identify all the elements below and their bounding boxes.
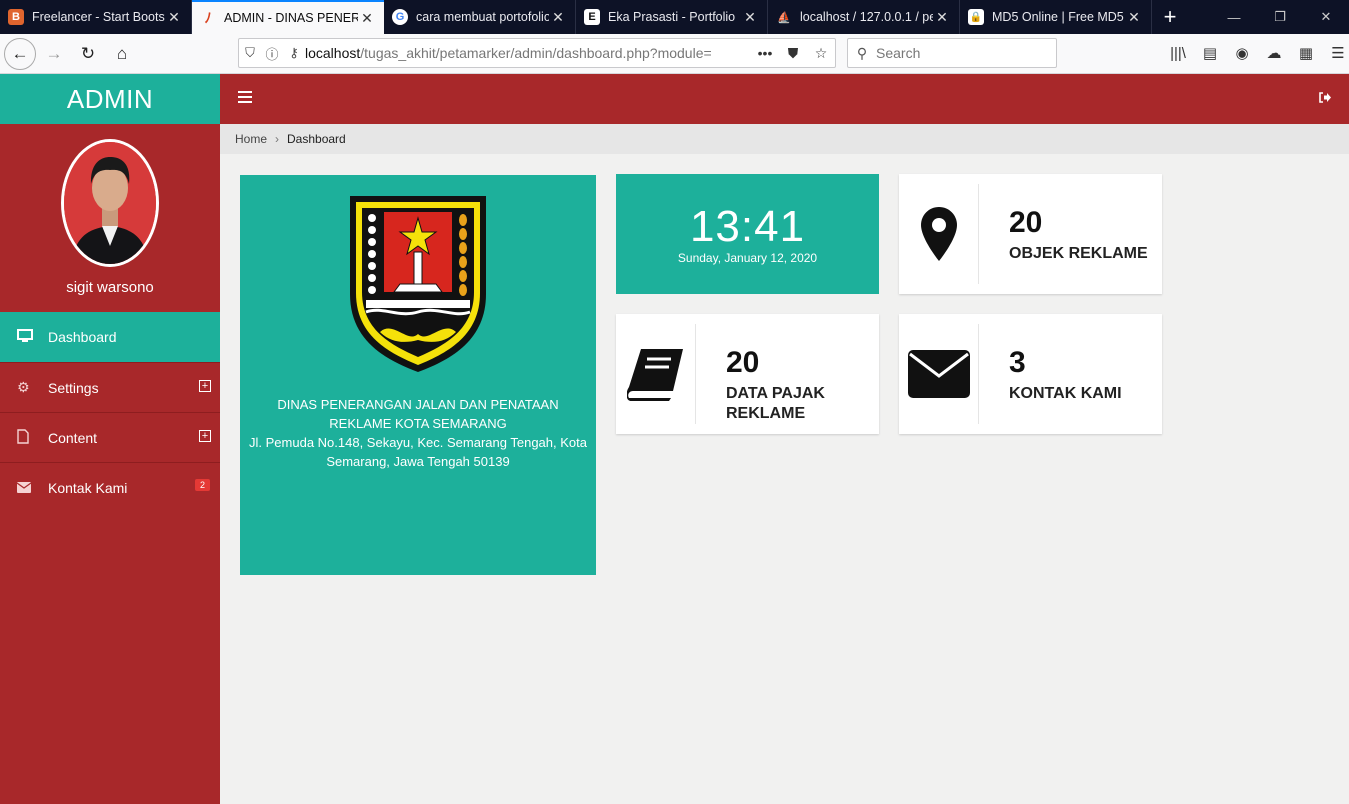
browser-tab[interactable]: B Freelancer - Start Bootstr ✕ bbox=[0, 0, 192, 34]
clock-date: Sunday, January 12, 2020 bbox=[677, 251, 818, 265]
sidebar-item-dashboard[interactable]: Dashboard bbox=[0, 312, 220, 362]
sidebar: ADMIN sigit warsono Dashboard ⚙ Settings… bbox=[0, 74, 220, 804]
notification-badge: 2 bbox=[194, 479, 210, 491]
hamburger-menu-icon[interactable] bbox=[238, 91, 252, 105]
browser-tab[interactable]: G cara membuat portofolio ✕ bbox=[384, 0, 576, 34]
google-icon: G bbox=[392, 9, 408, 25]
stat-label: DATA PAJAK REKLAME bbox=[726, 385, 825, 422]
browser-tab-active[interactable]: ﾉ ADMIN - DINAS PENERA ✕ bbox=[192, 0, 384, 34]
avatar-photo bbox=[64, 142, 156, 264]
minimize-icon[interactable]: — bbox=[1211, 0, 1257, 34]
logout-icon[interactable] bbox=[1319, 90, 1331, 106]
brand-title[interactable]: ADMIN bbox=[0, 74, 220, 124]
gears-icon: ⚙ bbox=[17, 379, 30, 395]
organization-address: Jl. Pemuda No.148, Sekayu, Kec. Semarang… bbox=[249, 435, 587, 469]
site-icon: ﾉ bbox=[204, 10, 212, 26]
close-icon[interactable]: ✕ bbox=[165, 9, 183, 26]
lock-icon: 🔒 bbox=[968, 9, 984, 25]
stat-card-data-pajak-reklame[interactable]: 20 DATA PAJAK REKLAME bbox=[616, 314, 879, 434]
bootstrap-icon: B bbox=[8, 9, 24, 25]
back-button[interactable]: ← bbox=[4, 37, 36, 70]
envelope-icon bbox=[899, 324, 979, 424]
toolbar-buttons: |||\ ▤ ◉ ☁ ▦ ☰ bbox=[1162, 38, 1349, 68]
window-controls: — ❐ ✕ bbox=[1211, 0, 1349, 34]
menu-icon[interactable]: ☰ bbox=[1322, 44, 1349, 62]
account-icon[interactable]: ◉ bbox=[1226, 44, 1258, 62]
organization-info: DINAS PENERANGAN JALAN DAN PENATAAN REKL… bbox=[245, 395, 591, 471]
organization-card: DINAS PENERANGAN JALAN DAN PENATAAN REKL… bbox=[240, 175, 596, 575]
breadcrumb-current: Dashboard bbox=[287, 132, 346, 146]
browser-tab[interactable]: ⛵ localhost / 127.0.0.1 / pet ✕ bbox=[768, 0, 960, 34]
monitor-icon bbox=[0, 328, 48, 346]
addons-icon[interactable]: ▦ bbox=[1290, 44, 1322, 62]
close-icon[interactable]: ✕ bbox=[358, 10, 376, 27]
search-input[interactable]: ⚲ Search bbox=[847, 38, 1057, 68]
phpmyadmin-icon: ⛵ bbox=[777, 11, 791, 24]
stat-value: 20 bbox=[726, 346, 760, 379]
book-icon bbox=[616, 324, 696, 424]
city-emblem-logo bbox=[350, 196, 486, 372]
close-window-icon[interactable]: ✕ bbox=[1303, 0, 1349, 34]
stat-card-objek-reklame[interactable]: 20 OBJEK REKLAME bbox=[899, 174, 1162, 294]
search-placeholder: Search bbox=[876, 45, 921, 61]
sidebar-item-content[interactable]: Content + bbox=[0, 412, 220, 462]
close-icon[interactable]: ✕ bbox=[549, 9, 567, 26]
avatar bbox=[61, 139, 159, 267]
sidebar-item-kontak-kami[interactable]: Kontak Kami 2 bbox=[0, 462, 220, 512]
sidebar-item-label: Dashboard bbox=[48, 329, 117, 345]
address-bar[interactable]: ⛉ ⓘ ⚷ localhost/tugas_akhit/petamarker/a… bbox=[238, 38, 836, 68]
stat-card-kontak-kami[interactable]: 3 KONTAK KAMI bbox=[899, 314, 1162, 434]
library-icon[interactable]: |||\ bbox=[1162, 45, 1194, 62]
close-icon[interactable]: ✕ bbox=[1125, 9, 1143, 26]
stat-label: KONTAK KAMI bbox=[1009, 385, 1122, 402]
expand-icon[interactable]: + bbox=[199, 380, 211, 392]
sidebar-item-label: Content bbox=[48, 429, 98, 446]
bookmark-star-icon[interactable]: ☆ bbox=[807, 45, 835, 62]
e-icon: E bbox=[584, 9, 600, 25]
sidebar-icon[interactable]: ▤ bbox=[1194, 44, 1226, 62]
restore-icon[interactable]: ❐ bbox=[1257, 0, 1303, 34]
stat-label: OBJEK REKLAME bbox=[1009, 245, 1148, 262]
home-button[interactable]: ⌂ bbox=[106, 38, 138, 70]
clock-time: 13:41 bbox=[689, 202, 806, 251]
browser-tab[interactable]: E Eka Prasasti - Portfolio ✕ bbox=[576, 0, 768, 34]
pocket-icon[interactable]: ⛊ bbox=[779, 45, 807, 62]
username: sigit warsono bbox=[66, 279, 154, 296]
expand-icon[interactable]: + bbox=[199, 430, 211, 442]
map-marker-icon bbox=[899, 184, 979, 284]
browser-tab-bar: B Freelancer - Start Bootstr ✕ ﾉ ADMIN -… bbox=[0, 0, 1349, 34]
sidebar-item-settings[interactable]: ⚙ Settings + bbox=[0, 362, 220, 412]
close-icon[interactable]: ✕ bbox=[741, 9, 759, 26]
info-icon[interactable]: ⓘ bbox=[261, 44, 283, 63]
file-icon bbox=[0, 428, 48, 447]
close-icon[interactable]: ✕ bbox=[933, 9, 951, 26]
stat-value: 20 bbox=[1009, 206, 1043, 239]
shield-icon[interactable]: ⛉ bbox=[239, 45, 261, 61]
extension-icon[interactable]: ☁ bbox=[1258, 44, 1290, 62]
forward-button[interactable]: → bbox=[38, 38, 70, 70]
url-host: localhost bbox=[305, 45, 361, 61]
breadcrumb-home[interactable]: Home bbox=[235, 132, 267, 146]
new-tab-button[interactable]: + bbox=[1152, 0, 1188, 34]
user-profile: sigit warsono bbox=[0, 124, 220, 312]
browser-nav-bar: ← → ↻ ⌂ ⛉ ⓘ ⚷ localhost/tugas_akhit/peta… bbox=[0, 34, 1349, 74]
stat-value: 3 bbox=[1009, 346, 1026, 379]
breadcrumb: Home › Dashboard bbox=[220, 124, 1349, 154]
envelope-icon bbox=[0, 480, 48, 496]
browser-tab[interactable]: 🔒 MD5 Online | Free MD5 D ✕ bbox=[960, 0, 1152, 34]
page-actions-icon[interactable]: ••• bbox=[751, 45, 779, 61]
sidebar-item-label: Settings bbox=[48, 379, 99, 396]
chevron-right-icon: › bbox=[275, 132, 280, 146]
top-bar bbox=[220, 74, 1349, 124]
clock-card: 13:41 Sunday, January 12, 2020 bbox=[616, 174, 879, 294]
url-text[interactable]: localhost/tugas_akhit/petamarker/admin/d… bbox=[305, 45, 751, 61]
url-path: /tugas_akhit/petamarker/admin/dashboard.… bbox=[360, 45, 712, 61]
key-icon[interactable]: ⚷ bbox=[283, 45, 305, 61]
organization-name: DINAS PENERANGAN JALAN DAN PENATAAN REKL… bbox=[277, 397, 559, 431]
sidebar-item-label: Kontak Kami bbox=[48, 479, 128, 496]
search-icon: ⚲ bbox=[856, 44, 868, 61]
reload-button[interactable]: ↻ bbox=[72, 38, 104, 70]
